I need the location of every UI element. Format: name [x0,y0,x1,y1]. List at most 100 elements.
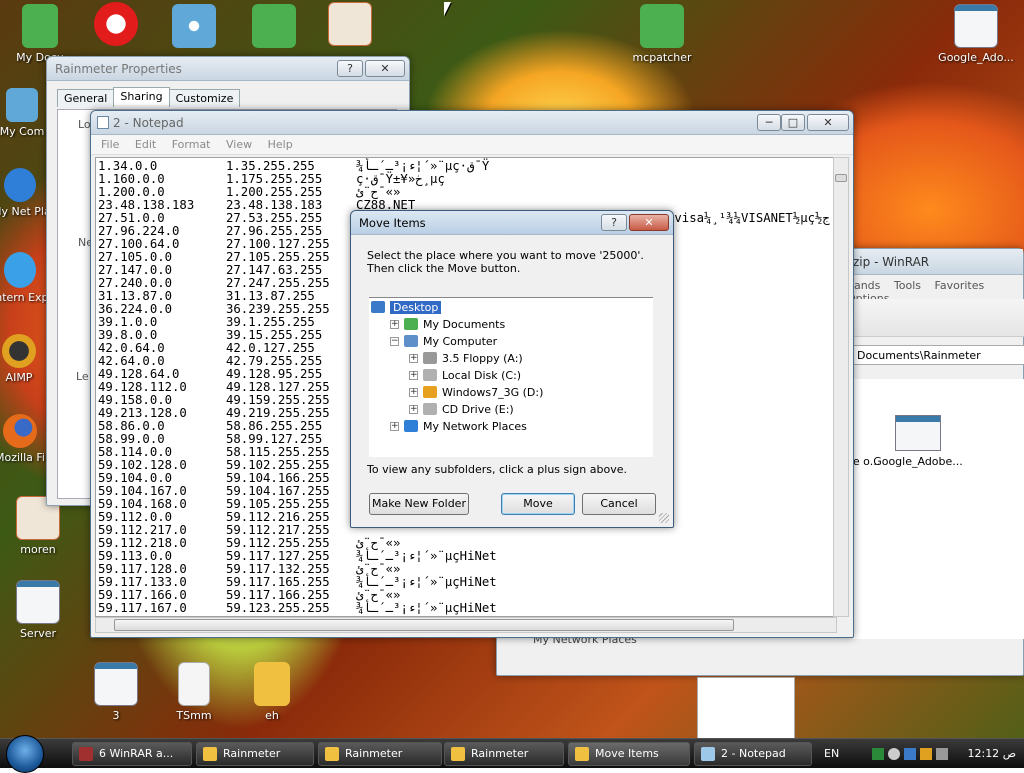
tree-item[interactable]: Desktop [371,299,442,315]
move-button[interactable]: Move [501,493,575,515]
desktop-icon-server[interactable]: Server [0,580,78,640]
notepad-menubar: File Edit Format View Help [91,135,853,155]
desktop-icon-tsmm[interactable]: TSmm [154,662,234,722]
notepad-titlebar[interactable]: 2 - Notepad ─ □ ✕ [91,111,853,135]
maximize-button[interactable]: □ [781,114,805,131]
scrollbar-thumb[interactable] [114,619,734,631]
close-button[interactable]: ✕ [807,114,849,131]
tree-item[interactable]: + CD Drive (E:) [409,401,514,417]
desktop-icon-eh[interactable]: eh [232,662,312,722]
tree-item-label: Local Disk (C:) [442,368,522,382]
tab-customize[interactable]: Customize [168,89,241,107]
desktop-icon-opera[interactable] [76,2,156,49]
tree-item-label: Desktop [390,300,442,314]
tree-item[interactable]: +3.5 Floppy (A:) [409,350,523,366]
expand-icon[interactable]: + [409,404,418,414]
menu-format[interactable]: Format [172,138,211,151]
location-text: ¾ء¡³ـ´ـأ¦´»¨μçHiNet [356,549,497,563]
winrar-file-item[interactable]: Google_Adobe... [873,415,963,468]
location-text: ح¨ئ¯«» [356,536,401,550]
tree-item[interactable]: − My Computer [390,333,497,349]
winrar-menu-tools[interactable]: Tools [894,279,921,292]
location-text: ¾ء¡³ـ´ـأ¦´»¨μçHiNet [356,601,497,615]
menu-edit[interactable]: Edit [135,138,156,151]
desktop-icon-3[interactable]: 3 [76,662,156,722]
folder-icon [423,403,437,415]
minimize-button[interactable]: ─ [757,114,781,131]
text-line: 59.117.167.0 59.123.255.255 ¾ء¡³ـ´ـأ¦´»¨μç… [98,602,836,615]
package-icon [252,4,296,48]
desktop-icon-my-network[interactable]: My Net Plac [0,168,48,218]
taskbar-button-rainmeter[interactable]: Rainmeter [196,742,314,766]
taskbar-button-rainmeter[interactable]: Rainmeter [444,742,564,766]
taskbar-button-notepad[interactable]: 2 - Notepad [694,742,812,766]
package-icon [640,4,684,48]
make-new-folder-button[interactable]: Make New Folder [369,493,469,515]
vertical-scrollbar[interactable] [833,157,849,617]
file-icon [178,662,210,706]
close-button[interactable]: ✕ [365,60,405,77]
desktop-icon-my-computer[interactable]: My Com [0,88,52,138]
help-button[interactable]: ? [337,60,363,77]
collapse-icon[interactable]: − [390,336,399,346]
tab-general[interactable]: General [57,89,115,107]
tree-item-label: My Computer [423,334,498,348]
close-button[interactable]: ✕ [629,214,669,231]
location-text: ç·ق¯Ÿ±¥»خ¸μç [356,172,445,186]
expand-icon[interactable]: + [409,370,418,380]
language-indicator[interactable]: EN [824,739,839,769]
start-button[interactable] [6,735,44,773]
resize-grip[interactable] [659,513,669,523]
globe-icon [4,168,36,202]
tree-item-label: Windows7_3G (D:) [442,385,544,399]
tree-item[interactable]: + My Documents [390,316,505,332]
tray-app-icon[interactable] [920,748,932,760]
taskbar-button-winrar[interactable]: 6 WinRAR a... [72,742,192,766]
shield-icon[interactable] [904,748,916,760]
clock[interactable]: 12:12 ص [966,739,1022,769]
folder-tree[interactable]: Desktop + My Documents − My Computer +3.5 Flo… [369,297,653,457]
menu-view[interactable]: View [226,138,252,151]
tree-item[interactable]: + Local Disk (C:) [409,367,521,383]
firefox-icon [3,414,37,448]
tree-item[interactable]: + My Network Places [390,418,527,434]
desktop-icon-google-adobe[interactable]: Google_Ado... [936,4,1016,64]
menu-file[interactable]: File [101,138,119,151]
network-icon[interactable] [872,748,884,760]
move-items-titlebar[interactable]: Move Items ? ✕ [351,211,673,235]
winrar-path-field[interactable]: Documents\Rainmeter [853,345,1024,365]
tray-app-icon[interactable] [888,748,900,760]
desktop-icon-aimp[interactable]: AIMP [0,334,46,384]
tree-item[interactable]: + Windows7_3G (D:) [409,384,543,400]
tab-sharing[interactable]: Sharing [113,87,170,105]
help-button[interactable]: ? [601,214,627,231]
desktop-icon-internet-explorer[interactable]: Intern Explo [0,252,48,304]
expand-icon[interactable]: + [390,319,399,329]
desktop-icon-my-documents[interactable]: My Docu [0,4,80,64]
start-ip: 59.117.167.0 [98,601,187,615]
expand-icon[interactable]: + [409,353,418,363]
scrollbar-thumb[interactable] [835,174,847,182]
taskbar-button-move-items[interactable]: Move Items [568,742,690,766]
rainmeter-titlebar[interactable]: Rainmeter Properties ? ✕ [47,57,409,81]
desktop-icon-mcpatcher[interactable]: mcpatcher [622,4,702,64]
tree-item-label: 3.5 Floppy (A:) [442,351,523,365]
notepad-icon [701,747,715,761]
expand-icon[interactable]: + [409,387,418,397]
speaker-icon [328,2,372,46]
rainmeter-label: Le [76,370,89,383]
volume-icon[interactable] [936,748,948,760]
taskbar-button-rainmeter[interactable]: Rainmeter [318,742,442,766]
system-tray [872,739,960,769]
horizontal-scrollbar[interactable] [95,617,837,633]
expand-icon[interactable]: + [390,421,399,431]
instruction-text: Select the place where you want to move … [367,249,644,275]
desktop-icon-speaker[interactable] [310,2,390,49]
folder-icon [371,301,385,313]
cancel-button[interactable]: Cancel [582,493,656,515]
desktop-icon-media[interactable] [154,4,234,51]
winrar-menu-favorites[interactable]: Favorites [935,279,985,292]
desktop-icon-green-box[interactable] [234,4,314,51]
desktop-icon-firefox[interactable]: Mozilla Fi [0,414,48,464]
menu-help[interactable]: Help [268,138,293,151]
